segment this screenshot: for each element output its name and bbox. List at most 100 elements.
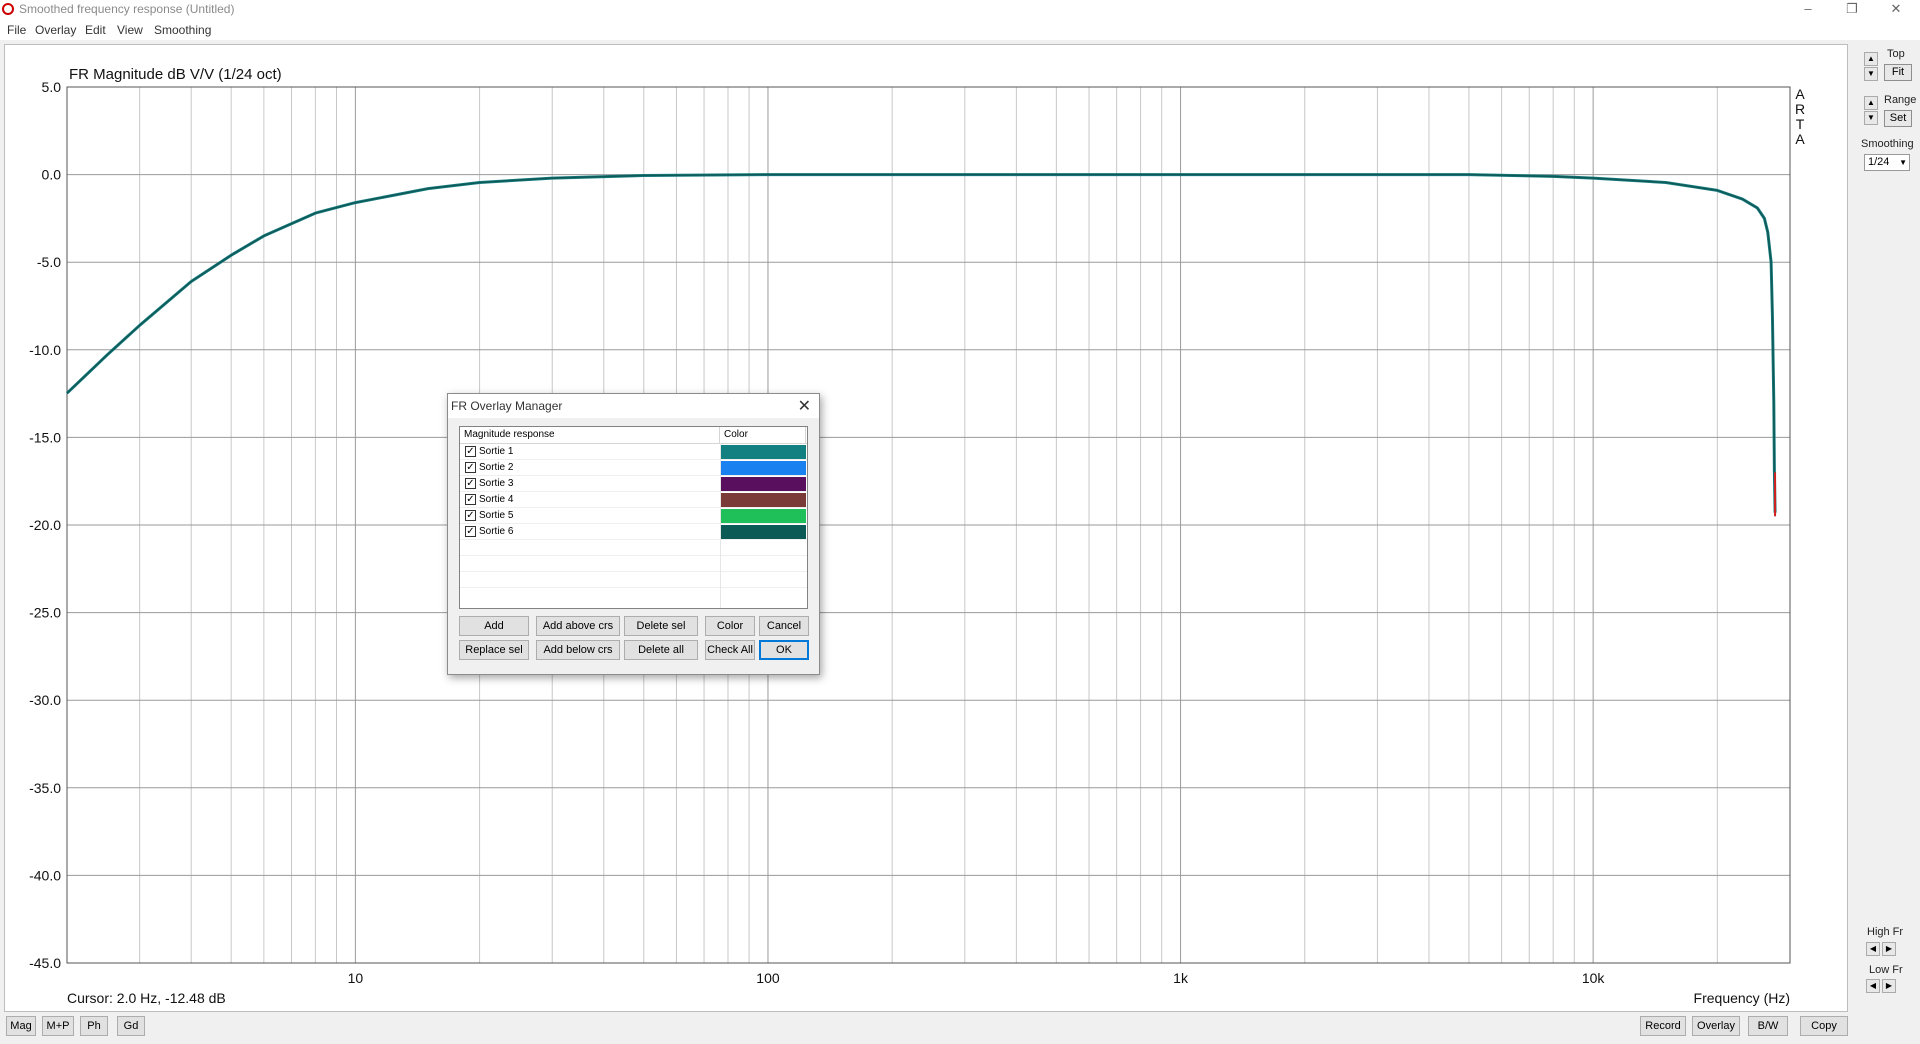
arta-letter: T [1796,116,1805,132]
row-checkbox[interactable]: ✓ [465,510,476,521]
list-item[interactable]: ✓ Sortie 4 [460,492,807,508]
x-axis-label: Frequency (Hz) [1694,990,1790,1006]
y-tick-label: -20.0 [29,517,61,533]
overlay-button[interactable]: Overlay [1692,1016,1740,1036]
restore-button[interactable]: ❐ [1830,0,1874,20]
color-button[interactable]: Color [705,616,755,636]
high-fr-label: High Fr [1867,926,1904,938]
bottom-bar: Mag M+P Ph Gd Record Overlay B/W Copy [0,1012,1920,1044]
high-fr-right-spin[interactable]: ▶ [1882,942,1896,956]
add-above-crs-button[interactable]: Add above crs [536,616,620,636]
add-button[interactable]: Add [459,616,529,636]
color-swatch[interactable] [720,509,806,523]
y-tick-label: -25.0 [29,605,61,621]
ph-button[interactable]: Ph [80,1016,108,1036]
list-item[interactable]: ✓ Sortie 2 [460,460,807,476]
arta-letter: R [1795,101,1805,117]
record-button[interactable]: Record [1640,1016,1686,1036]
fit-button[interactable]: Fit [1884,64,1912,81]
check-all-button[interactable]: Check All [705,640,755,660]
color-swatch[interactable] [720,445,806,459]
dialog-title-bar: FR Overlay Manager ✕ [448,394,819,418]
top-up-spin[interactable]: ▲ [1864,52,1878,66]
overlay-list[interactable]: Magnitude response Color ✓ Sortie 1 ✓ Sorti… [459,426,808,609]
delete-all-button[interactable]: Delete all [624,640,698,660]
low-fr-label: Low Fr [1869,964,1903,976]
row-label: Sortie 2 [479,462,514,473]
title-bar: Smoothed frequency response (Untitled) –… [0,0,1920,20]
top-label: Top [1887,48,1905,60]
menu-overlay[interactable]: Overlay [35,23,76,37]
chevron-down-icon: ▼ [1899,158,1907,167]
row-checkbox[interactable]: ✓ [465,446,476,457]
minimize-button[interactable]: – [1786,0,1830,20]
frequency-response-chart[interactable]: 5.0 0.0 -5.0 -10.0 -15.0 -20.0 -25.0 -30.0 -35.0… [5,45,1849,1013]
x-tick-label: 100 [756,970,780,986]
row-checkbox[interactable]: ✓ [465,462,476,473]
add-below-crs-button[interactable]: Add below crs [536,640,620,660]
row-label: Sortie 1 [479,446,514,457]
list-item[interactable]: ✓ Sortie 1 [460,444,807,460]
low-fr-left-spin[interactable]: ◀ [1866,979,1880,993]
arta-letter: A [1795,86,1805,102]
window-title: Smoothed frequency response (Untitled) [19,2,235,16]
menu-file[interactable]: File [7,23,26,37]
y-tick-label: 0.0 [42,167,62,183]
chart-title: FR Magnitude dB V/V (1/24 oct) [69,66,282,83]
list-item[interactable]: ✓ Sortie 6 [460,524,807,540]
y-tick-label: -40.0 [29,867,61,883]
row-checkbox[interactable]: ✓ [465,494,476,505]
color-swatch[interactable] [720,461,806,475]
column-header-name[interactable]: Magnitude response [460,427,720,443]
arta-letter: A [1795,131,1805,147]
range-down-spin[interactable]: ▼ [1864,111,1878,125]
cursor-readout: Cursor: 2.0 Hz, -12.48 dB [67,990,226,1006]
row-checkbox[interactable]: ✓ [465,478,476,489]
top-down-spin[interactable]: ▼ [1864,67,1878,81]
menu-view[interactable]: View [117,23,143,37]
mp-button[interactable]: M+P [42,1016,74,1036]
menu-smoothing[interactable]: Smoothing [154,23,211,37]
y-tick-label: -15.0 [29,429,61,445]
row-checkbox[interactable]: ✓ [465,526,476,537]
range-up-spin[interactable]: ▲ [1864,96,1878,110]
overlay-manager-dialog: FR Overlay Manager ✕ Magnitude response … [447,393,820,675]
close-icon[interactable]: ✕ [798,396,811,416]
bw-button[interactable]: B/W [1748,1016,1788,1036]
y-tick-label: -10.0 [29,342,61,358]
close-button[interactable]: ✕ [1874,0,1918,20]
app-icon [2,3,14,15]
list-item [460,556,807,572]
range-label: Range [1884,94,1917,106]
copy-button[interactable]: Copy [1800,1016,1848,1036]
x-tick-label: 10 [348,970,364,986]
delete-sel-button[interactable]: Delete sel [624,616,698,636]
list-item[interactable]: ✓ Sortie 3 [460,476,807,492]
menu-bar: File Overlay Edit View Smoothing [0,20,1920,40]
color-swatch[interactable] [720,525,806,539]
color-swatch[interactable] [720,493,806,507]
color-swatch[interactable] [720,477,806,491]
plot-area[interactable]: 5.0 0.0 -5.0 -10.0 -15.0 -20.0 -25.0 -30.0 -35.0… [4,44,1848,1012]
list-item[interactable]: ✓ Sortie 5 [460,508,807,524]
ok-button[interactable]: OK [759,640,809,660]
cancel-button[interactable]: Cancel [759,616,809,636]
high-fr-left-spin[interactable]: ◀ [1866,942,1880,956]
replace-sel-button[interactable]: Replace sel [459,640,529,660]
row-label: Sortie 4 [479,494,514,505]
column-header-color[interactable]: Color [720,427,806,443]
smoothing-label: Smoothing [1861,138,1914,150]
smoothing-select[interactable]: 1/24 ▼ [1864,154,1910,171]
series-line [66,173,1776,517]
set-button[interactable]: Set [1884,110,1912,127]
low-fr-right-spin[interactable]: ▶ [1882,979,1896,993]
y-tick-label: 5.0 [42,79,62,95]
row-label: Sortie 3 [479,478,514,489]
menu-edit[interactable]: Edit [85,23,106,37]
mag-button[interactable]: Mag [6,1016,36,1036]
y-tick-label: -45.0 [29,955,61,971]
row-label: Sortie 5 [479,510,514,521]
gd-button[interactable]: Gd [117,1016,145,1036]
y-tick-label: -35.0 [29,780,61,796]
dialog-title: FR Overlay Manager [451,399,563,413]
